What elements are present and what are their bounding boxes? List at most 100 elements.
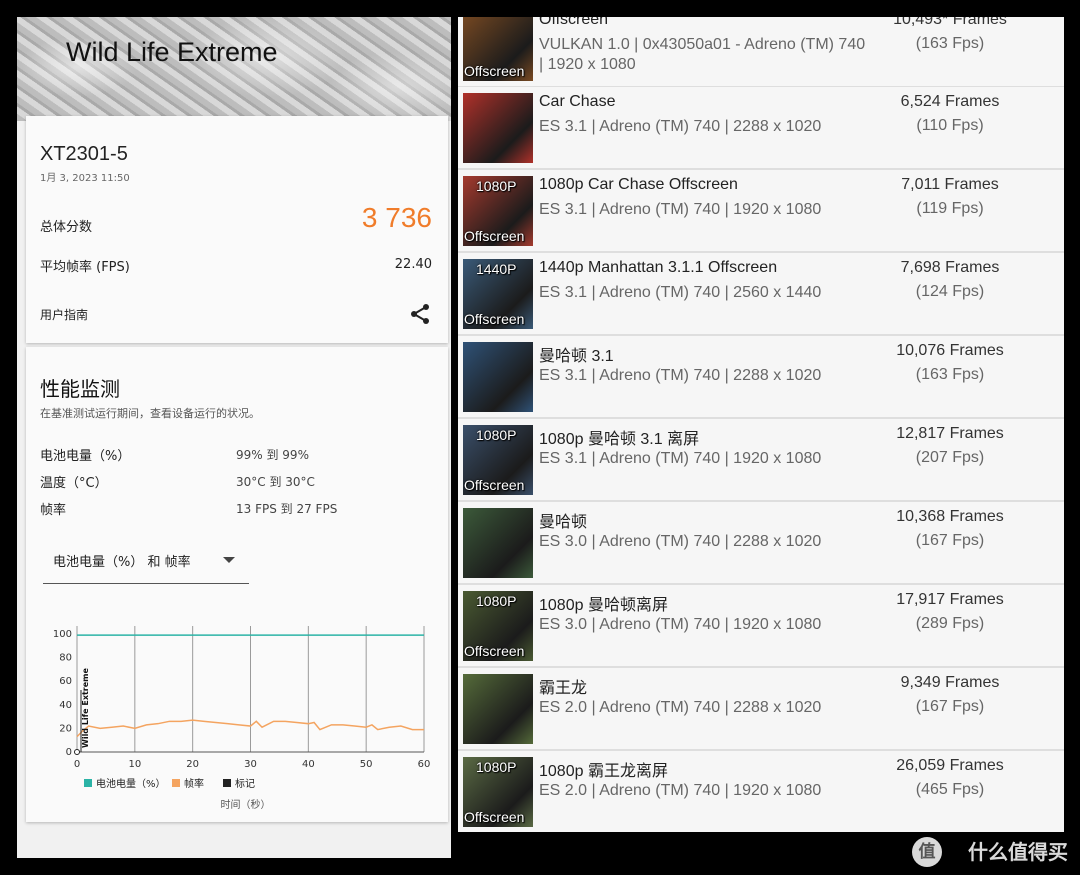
test-name: Offscreen — [539, 17, 609, 28]
test-row[interactable]: 1080P Offscreen 1080p Car Chase Offscreen E… — [458, 170, 1064, 253]
test-name: 曼哈顿 — [539, 514, 588, 531]
test-fps: (110 Fps) — [916, 117, 984, 134]
fps-value: 22.40 — [394, 257, 432, 272]
benchmark-title: Wild Life Extreme — [66, 37, 278, 67]
test-thumbnail: 1440P Offscreen — [463, 259, 533, 329]
test-frames: 10,493* Frames — [893, 17, 1007, 28]
offscreen-badge: Offscreen — [464, 477, 525, 493]
test-fps: (465 Fps) — [915, 781, 985, 798]
resolution-badge: 1080P — [476, 427, 517, 443]
test-info: ES 3.1 | Adreno (TM) 740 | 2288 x 1020 — [539, 118, 822, 135]
test-fps: (119 Fps) — [916, 200, 984, 217]
test-info: ES 3.1 | Adreno (TM) 740 | 1920 x 1080 — [539, 450, 822, 467]
test-frames: 12,817 Frames — [896, 425, 1004, 442]
test-row[interactable]: Car Chase ES 3.1 | Adreno (TM) 740 | 2288… — [458, 87, 1064, 170]
test-name: 1080p 霸王龙离屏 — [539, 763, 668, 780]
legend-label: 帧率 — [184, 777, 204, 790]
x-tick-label: 60 — [418, 759, 431, 770]
performance-monitor-card: 性能监测 在基准测试运行期间，查看设备运行的状况。 电池电量（%） 99% 到 … — [26, 347, 448, 822]
test-info: ES 2.0 | Adreno (TM) 740 | 2288 x 1020 — [539, 699, 822, 716]
offscreen-badge: Offscreen — [464, 63, 525, 79]
test-frames: 26,059 Frames — [896, 757, 1004, 774]
test-thumbnail — [463, 93, 533, 163]
temperature-value: 30°C 到 30°C — [236, 475, 315, 489]
watermark-text: 什么值得买 — [968, 840, 1068, 864]
resolution-badge: 1080P — [476, 178, 517, 194]
offscreen-badge: Offscreen — [464, 311, 525, 327]
test-info: ES 3.1 | Adreno (TM) 740 | 1920 x 1080 — [539, 201, 822, 218]
watermark-logo-icon: 值 — [912, 837, 942, 867]
test-name: 1080p 曼哈顿 3.1 离屏 — [539, 431, 700, 448]
test-info: ES 2.0 | Adreno (TM) 740 | 1920 x 1080 — [539, 782, 822, 799]
test-info: ES 3.0 | Adreno (TM) 740 | 1920 x 1080 — [539, 616, 822, 633]
x-tick-label: 50 — [360, 759, 373, 770]
test-info: VULKAN 1.0 | 0x43050a01 - Adreno (TM) 74… — [539, 36, 866, 73]
test-frames: 10,076 Frames — [896, 342, 1004, 359]
test-thumbnail: 1080P Offscreen — [463, 757, 533, 827]
fps-label: 平均帧率 (FPS) — [40, 260, 130, 275]
test-thumbnail: 1080P Offscreen — [463, 176, 533, 246]
user-guide-link[interactable]: 用户指南 — [40, 306, 88, 323]
test-row[interactable]: Offscreen Offscreen VULKAN 1.0 | 0x43050a0… — [458, 17, 1064, 88]
legend-swatch — [223, 779, 231, 787]
chart-metric-dropdown[interactable]: 电池电量（%） 和 帧率 — [43, 547, 249, 584]
test-info: ES 3.0 | Adreno (TM) 740 | 2288 x 1020 — [539, 533, 822, 550]
marker-annotation: Wild Life Extreme — [81, 667, 90, 748]
resolution-badge: 1080P — [476, 593, 517, 609]
test-thumbnail — [463, 342, 533, 412]
resolution-badge: 1440P — [476, 261, 517, 277]
test-name: 1080p Car Chase Offscreen — [539, 176, 738, 193]
y-tick-label: 40 — [59, 700, 72, 711]
x-tick-label: 30 — [244, 759, 257, 770]
legend-label: 电池电量（%） — [96, 777, 166, 790]
test-info: ES 3.1 | Adreno (TM) 740 | 2560 x 1440 — [539, 284, 822, 301]
framerate-label: 帧率 — [40, 503, 67, 518]
y-tick-label: 60 — [59, 676, 72, 687]
test-name: 1080p 曼哈顿离屏 — [539, 597, 668, 614]
test-frames: 10,368 Frames — [896, 508, 1004, 525]
test-row[interactable]: 曼哈顿 ES 3.0 | Adreno (TM) 740 | 2288 x 102… — [458, 502, 1064, 585]
y-tick-label: 80 — [59, 653, 72, 664]
test-row[interactable]: 曼哈顿 3.1 ES 3.1 | Adreno (TM) 740 | 2288 x… — [458, 336, 1064, 419]
test-frames: 17,917 Frames — [896, 591, 1004, 608]
test-fps: (167 Fps) — [915, 532, 985, 549]
test-name: 1440p Manhattan 3.1.1 Offscreen — [539, 259, 778, 276]
share-icon[interactable] — [408, 302, 432, 326]
test-row[interactable]: 1440P Offscreen 1440p Manhattan 3.1.1 Offs… — [458, 253, 1064, 336]
test-frames: 6,524 Frames — [900, 93, 1000, 110]
x-tick-label: 40 — [302, 759, 315, 770]
test-thumbnail: 1080P Offscreen — [463, 425, 533, 495]
x-tick-label: 0 — [74, 759, 80, 770]
battery-value: 99% 到 99% — [236, 448, 309, 462]
test-row[interactable]: 霸王龙 ES 2.0 | Adreno (TM) 740 | 2288 x 102… — [458, 668, 1064, 751]
test-name: 曼哈顿 3.1 — [539, 348, 614, 365]
device-name: XT2301-5 — [40, 143, 128, 165]
test-row[interactable]: 1080P Offscreen 1080p 曼哈顿离屏 ES 3.0 | Adreno… — [458, 585, 1064, 668]
dropdown-value: 电池电量（%） 和 帧率 — [53, 555, 191, 570]
offscreen-badge: Offscreen — [464, 809, 525, 825]
test-frames: 9,349 Frames — [900, 674, 1000, 691]
left-panel: Wild Life Extreme XT2301-5 1月 3, 2023 11… — [17, 17, 451, 858]
perf-title: 性能监测 — [40, 377, 120, 401]
x-tick-label: 10 — [128, 759, 141, 770]
result-card: XT2301-5 1月 3, 2023 11:50 总体分数 3 736 平均帧… — [26, 116, 448, 343]
test-thumbnail: 1080P Offscreen — [463, 591, 533, 661]
overall-score: 3 736 — [361, 202, 432, 233]
x-tick-label: 20 — [186, 759, 199, 770]
test-row[interactable]: 1080P Offscreen 1080p 曼哈顿 3.1 离屏 ES 3.1 | A… — [458, 419, 1064, 502]
test-fps: (207 Fps) — [915, 449, 985, 466]
test-thumbnail — [463, 508, 533, 578]
test-frames: 7,698 Frames — [900, 259, 1000, 276]
test-row[interactable]: 1080P Offscreen 1080p 霸王龙离屏 ES 2.0 | Adreno… — [458, 751, 1064, 832]
test-fps: (289 Fps) — [915, 615, 985, 632]
legend-swatch — [84, 779, 92, 787]
test-thumbnail — [463, 674, 533, 744]
marker-point — [74, 749, 80, 755]
y-tick-label: 100 — [53, 629, 72, 640]
chevron-down-icon — [223, 557, 235, 563]
offscreen-badge: Offscreen — [464, 228, 525, 244]
y-tick-label: 0 — [66, 747, 72, 758]
temperature-label: 温度（°C） — [40, 476, 108, 491]
offscreen-badge: Offscreen — [464, 643, 525, 659]
perf-subtitle: 在基准测试运行期间，查看设备运行的状况。 — [40, 407, 260, 420]
